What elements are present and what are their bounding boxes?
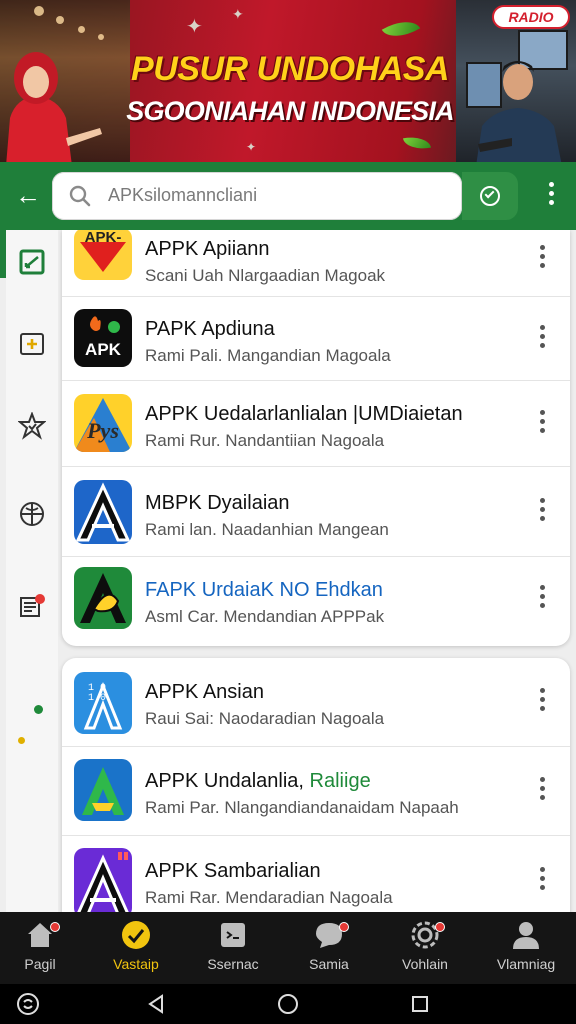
apk-red-yellow-icon: APK-	[74, 230, 132, 280]
search-placeholder: APKsilomanncliani	[108, 185, 258, 205]
list-item[interactable]: APK PAPK Apdiuna Rami Pali. Mangandian M…	[62, 297, 570, 381]
app-subtitle: Asml Car. Mendandian APPPak	[145, 607, 385, 626]
nav-item-samia[interactable]: Samia	[281, 912, 377, 984]
app-subtitle: Rami Rur. Nandantiian Nagoala	[145, 431, 385, 450]
app-title: FAPK UrdaiaK NO Ehdkan	[145, 579, 383, 601]
more-options-icon[interactable]	[540, 410, 546, 437]
calendar-list-icon[interactable]	[18, 592, 46, 620]
p-green-icon	[74, 567, 132, 629]
app-title: APPK Apiiann	[145, 238, 270, 260]
app-subtitle: Rami Pali. Mangandian Magoala	[145, 346, 391, 365]
sparkle-icon: ✦	[246, 140, 257, 154]
list-item[interactable]: APK- APPK Apiiann Scani Uah Nlargaadian …	[62, 230, 570, 297]
nav-item-home[interactable]: Pagil	[0, 912, 88, 984]
back-triangle-icon[interactable]	[144, 992, 168, 1016]
person-icon	[513, 922, 539, 949]
bottom-navigation: Pagil Vastaip Ssernac Samia Vohlain Vlam…	[0, 912, 576, 984]
notification-badge	[339, 922, 349, 932]
more-options-icon[interactable]	[540, 498, 546, 525]
banner-subheadline: SGOONIAHAN INDONESIA	[126, 96, 454, 126]
notification-badge	[50, 922, 60, 932]
a-green-blue-icon	[74, 759, 132, 821]
list-item[interactable]: FAPK UrdaiaK NO Ehdkan Asml Car. Mendand…	[62, 557, 570, 646]
app-title: APPK Undalanlia, Raliige	[145, 770, 371, 792]
notification-badge	[435, 922, 445, 932]
app-subtitle: Rami Rar. Mendaradian Nagoala	[145, 888, 393, 907]
terminal-icon	[221, 923, 245, 947]
nav-item-vastaip[interactable]: Vastaip	[88, 912, 184, 984]
svg-text:Pys: Pys	[86, 418, 119, 443]
a-purple-icon	[74, 848, 132, 912]
nav-label: Vastaip	[113, 956, 159, 972]
search-icon	[69, 185, 91, 207]
more-options-icon[interactable]	[540, 867, 546, 894]
main-content: APK- APPK Apiiann Scani Uah Nlargaadian …	[0, 230, 576, 912]
refresh-check-button[interactable]	[462, 172, 518, 220]
nav-item-vohlain[interactable]: Vohlain	[377, 912, 473, 984]
app-title: APPK Ansian	[145, 681, 264, 703]
more-options-icon[interactable]	[540, 585, 546, 612]
a-blue-icon	[74, 480, 132, 544]
apk-black-icon: APK	[74, 309, 132, 367]
promo-banner[interactable]: ✦ ✦ ✦ PUSUR UNDOHASA SGOONIAHAN INDONESI…	[0, 0, 576, 165]
radio-badge[interactable]: RADIO	[492, 5, 570, 29]
svg-text:APK-: APK-	[85, 230, 122, 246]
nav-label: Vohlain	[402, 956, 448, 972]
banner-headline: PUSUR UNDOHASA	[131, 50, 449, 88]
app-subtitle: Raui Sai: Naodaradian Nagoala	[145, 709, 385, 728]
nav-label: Samia	[309, 956, 349, 972]
sparkle-icon: ✦	[186, 16, 203, 38]
app-list-card: APK- APPK Apiiann Scani Uah Nlargaadian …	[62, 230, 570, 646]
sparkle-icon: ✦	[232, 6, 244, 22]
top-app-bar: ← APKsilomanncliani	[0, 162, 576, 230]
list-item[interactable]: MBPK Dyailaian Rami lan. Naadanhian Mang…	[62, 467, 570, 557]
back-arrow-icon[interactable]: ←	[12, 180, 44, 212]
app-title: PAPK Apdiuna	[145, 318, 275, 340]
more-options-icon[interactable]	[546, 182, 556, 210]
more-options-icon[interactable]	[540, 688, 546, 715]
app-subtitle: Scani Uah Nlargaadian Magoak	[145, 266, 386, 285]
system-navigation-bar	[0, 984, 576, 1024]
list-item[interactable]: 1 0 1 0 APPK Ansian Raui Sai: Naodaradia…	[62, 658, 570, 747]
star-badge-icon[interactable]	[18, 412, 46, 440]
recents-square-icon[interactable]	[408, 992, 432, 1016]
app-subtitle: Rami Par. Nlangandiandanaidam Napaah	[145, 798, 459, 817]
app-title: APPK Sambarialian	[145, 860, 321, 882]
a-lightblue-icon: 1 0 1 0	[74, 672, 132, 734]
check-circle-icon	[122, 921, 150, 949]
leaf-icon	[402, 133, 432, 153]
add-box-icon[interactable]	[18, 330, 46, 358]
nav-label: Ssernac	[207, 956, 259, 972]
nav-label: Vlamniag	[496, 956, 556, 972]
more-options-icon[interactable]	[540, 325, 546, 352]
more-options-icon[interactable]	[540, 245, 546, 272]
leaf-icon	[381, 12, 421, 46]
accessibility-icon[interactable]	[16, 992, 40, 1016]
app-title: MBPK Dyailaian	[145, 492, 290, 514]
title-highlight: Raliige	[309, 770, 371, 792]
globe-icon[interactable]	[18, 500, 46, 528]
list-item[interactable]: APPK Undalanlia, Raliige Rami Par. Nlang…	[62, 747, 570, 836]
list-item[interactable]: Pys APPK Uedalarlanlialan |UMDiaietan Ra…	[62, 381, 570, 467]
banner-man-figure	[476, 61, 562, 165]
app-list-card: 1 0 1 0 APPK Ansian Raui Sai: Naodaradia…	[62, 658, 570, 912]
pys-yellow-icon: Pys	[74, 394, 132, 452]
nav-item-vlamniag[interactable]: Vlamniag	[478, 912, 574, 984]
search-input[interactable]: APKsilomanncliani	[52, 172, 462, 220]
more-options-icon[interactable]	[540, 777, 546, 804]
list-item[interactable]: APPK Sambarialian Rami Rar. Mendaradian …	[62, 836, 570, 912]
app-title: APPK Uedalarlanlialan |UMDiaietan	[145, 403, 463, 425]
edit-square-icon[interactable]	[18, 248, 46, 276]
nav-label: Pagil	[24, 956, 56, 972]
svg-text:APK: APK	[85, 340, 122, 359]
app-subtitle: Rami lan. Naadanhian Mangean	[145, 520, 389, 539]
side-rail	[6, 230, 58, 912]
home-circle-icon[interactable]	[276, 992, 300, 1016]
banner-woman-figure	[6, 52, 102, 165]
nav-item-ssernac[interactable]: Ssernac	[185, 912, 281, 984]
